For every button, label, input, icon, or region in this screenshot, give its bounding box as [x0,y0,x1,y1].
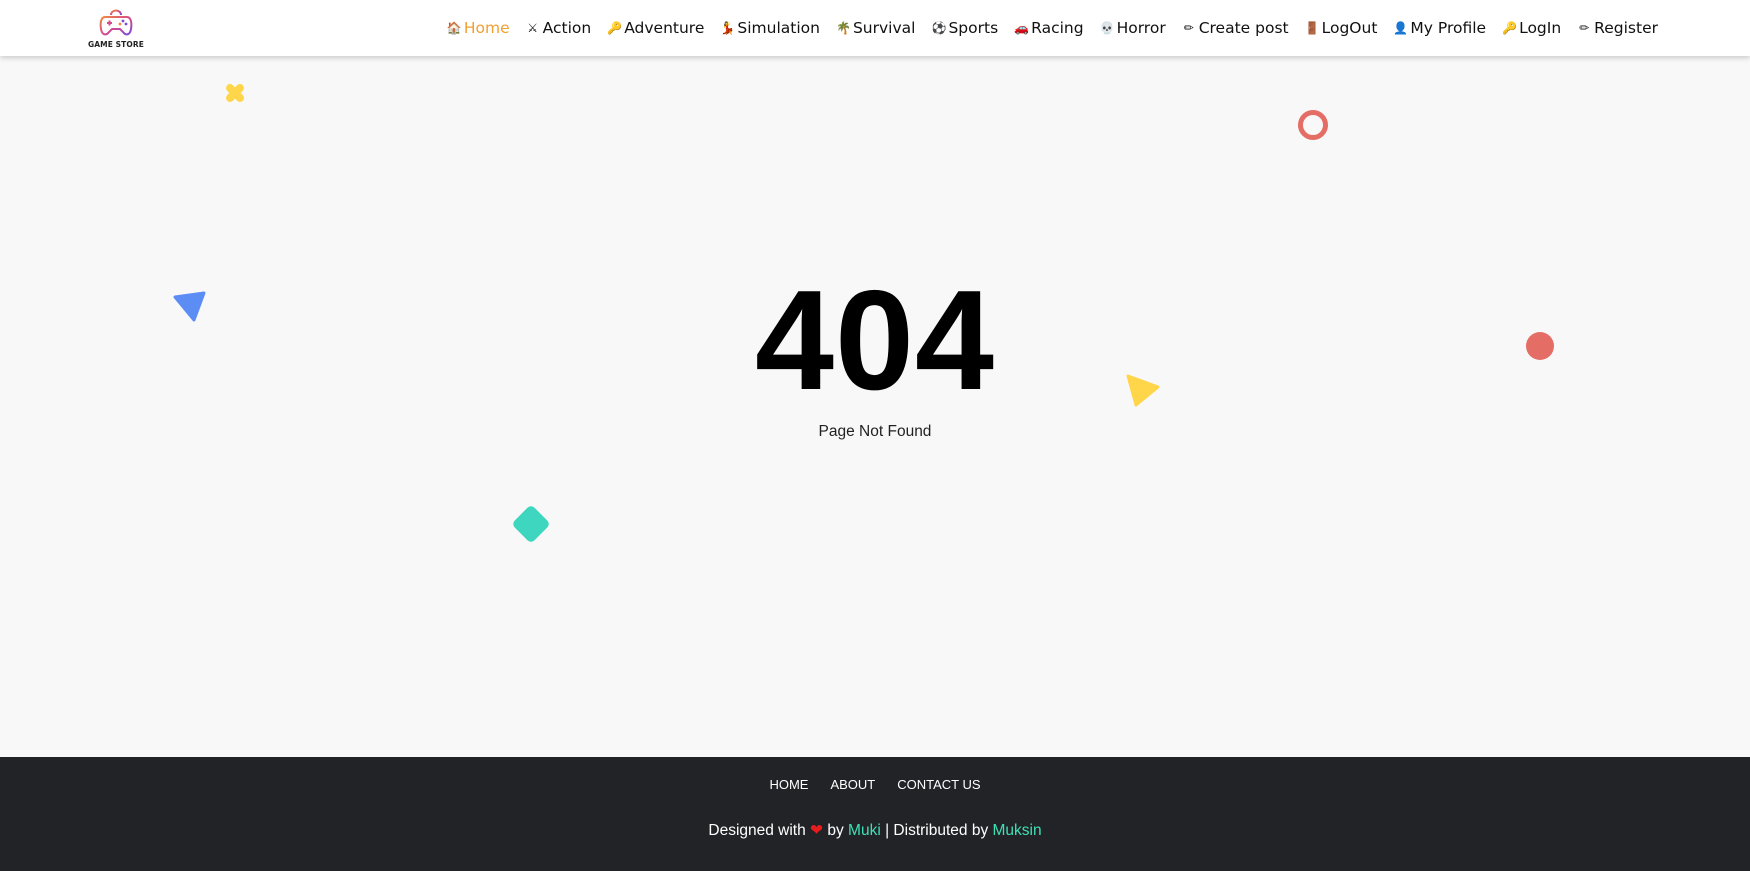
footer-link-about[interactable]: ABOUT [830,777,875,792]
logo-text: GAME STORE [88,40,144,49]
footer-link-contact[interactable]: CONTACT US [897,777,980,792]
footer-credit: Designed with ❤ by Muki | Distributed by… [0,821,1750,840]
pencil-icon: ✏ [1579,21,1590,35]
footer-nav: HOME ABOUT CONTACT US [0,777,1750,792]
nav-item-label: Horror [1116,19,1166,37]
nav-item-label: My Profile [1410,19,1487,37]
car-icon: 🚗 [1014,21,1030,35]
nav-item-horror[interactable]: 💀 Horror [1100,19,1166,37]
nav-item-login[interactable]: 🔑 LogIn [1502,19,1561,37]
soccer-ball-icon: ⚽ [931,21,947,35]
nav-item-label: Simulation [737,19,820,37]
error-code: 404 [755,261,995,420]
nav-item-simulation[interactable]: 💃 Simulation [720,19,820,37]
heart-icon: ❤ [810,822,824,839]
door-icon: 🚪 [1304,21,1320,35]
simulation-icon: 💃 [720,21,736,35]
nav-item-label: LogOut [1321,19,1378,37]
nav-item-adventure[interactable]: 🔑 Adventure [607,19,704,37]
footer: HOME ABOUT CONTACT US Designed with ❤ by… [0,757,1750,871]
nav-item-label: Register [1594,19,1658,37]
nav-item-logout[interactable]: 🚪 LogOut [1305,19,1378,37]
gamepad-bag-icon [99,9,133,36]
house-icon: 🏠 [446,21,462,35]
game-store-logo[interactable]: GAME STORE [86,7,146,51]
nav-item-label: LogIn [1519,19,1562,37]
nav-item-label: Home [463,19,510,37]
skull-icon: 💀 [1099,21,1115,35]
nav-item-survival[interactable]: 🌴 Survival [836,19,916,37]
nav-item-racing[interactable]: 🚗 Racing [1014,19,1083,37]
nav-item-label: Racing [1031,19,1084,37]
credit-prefix: Designed with [708,822,806,839]
credit-separator: | Distributed by [885,822,989,839]
footer-link-home[interactable]: HOME [769,777,808,792]
key-icon: 🔑 [607,21,623,35]
person-icon: 👤 [1393,21,1409,35]
nav-item-label: Adventure [624,19,705,37]
action-icon: ⚔ [527,21,539,35]
nav-item-my-profile[interactable]: 👤 My Profile [1393,19,1486,37]
nav-item-label: Action [542,19,592,37]
nav-item-label: Create post [1198,19,1289,37]
nav-item-sports[interactable]: ⚽ Sports [931,19,998,37]
author-link[interactable]: Muki [848,822,881,839]
nav-item-create-post[interactable]: ✏ Create post [1182,19,1289,37]
nav-item-label: Sports [948,19,999,37]
main-nav: 🏠 Home ⚔ Action 🔑 Adventure 💃 Simulation 🌴 Surviv… [431,0,1658,56]
nav-item-register[interactable]: ✏ Register [1577,19,1658,37]
pencil-icon: ✏ [1183,21,1194,35]
nav-item-home[interactable]: 🏠 Home [447,19,510,37]
error-message: Page Not Found [818,423,932,440]
nav-item-action[interactable]: ⚔ Action [526,19,592,37]
key-icon: 🔑 [1502,21,1518,35]
credit-by: by [827,822,844,839]
navbar: GAME STORE 🏠 Home ⚔ Action 🔑 Adventure 💃 Simula… [0,0,1750,56]
palm-tree-icon: 🌴 [835,21,851,35]
nav-item-label: Survival [852,19,916,37]
distributor-link[interactable]: Muksin [993,822,1042,839]
